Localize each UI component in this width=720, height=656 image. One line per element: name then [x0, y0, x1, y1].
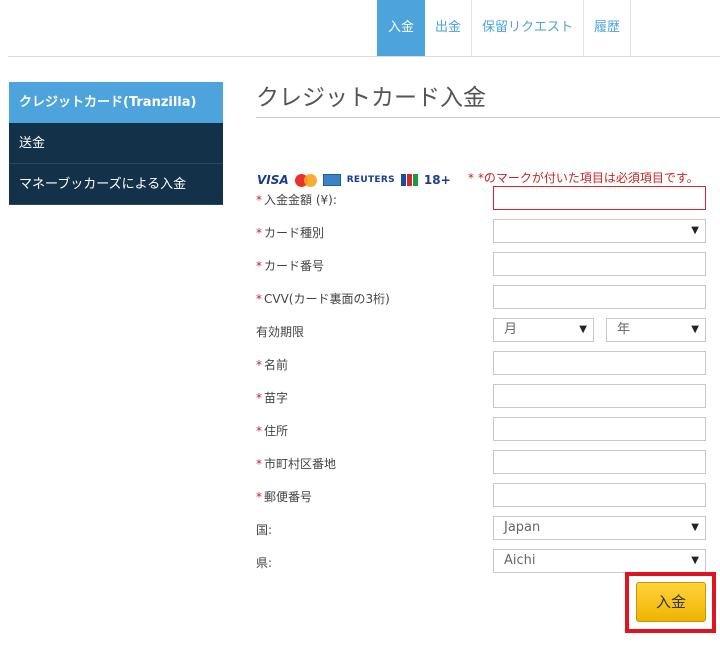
dropdown-arrow-icon: ▼	[579, 324, 587, 335]
dropdown-arrow-icon: ▼	[691, 555, 699, 566]
last-name-input[interactable]	[493, 384, 706, 408]
prefecture-label: 県:	[256, 556, 273, 570]
mastercard-logo	[294, 173, 317, 187]
age-18-badge: 18+	[423, 173, 451, 187]
card-type-select[interactable]: ▼	[493, 219, 706, 243]
address-label: * 住所	[256, 424, 289, 438]
expiry-month-select[interactable]: 月 ▼	[493, 318, 594, 342]
first-name-label: * 名前	[256, 358, 289, 372]
sidebar-item-moneybookers[interactable]: マネーブッカーズによる入金	[9, 164, 223, 205]
amount-input[interactable]	[493, 186, 706, 210]
prefecture-select[interactable]: Aichi ▼	[493, 549, 706, 573]
card-number-input[interactable]	[493, 252, 706, 276]
expiry-year-select[interactable]: 年 ▼	[606, 318, 706, 342]
reuters-logo: REUTERS	[346, 175, 395, 185]
sidebar-item-transfer[interactable]: 送金	[9, 123, 223, 164]
title-divider	[256, 117, 720, 118]
country-label: 国:	[256, 523, 273, 537]
jcb-logo	[400, 174, 418, 186]
city-label: * 市町村区番地	[256, 457, 337, 471]
tab-pending-requests[interactable]: 保留リクエスト	[472, 0, 585, 56]
header-divider	[8, 56, 720, 57]
top-tabs: 入金 出金 保留リクエスト 履歴	[377, 0, 632, 56]
country-select[interactable]: Japan ▼	[493, 516, 706, 540]
dropdown-arrow-icon: ▼	[691, 324, 699, 335]
amex-logo	[322, 174, 341, 186]
last-name-label: * 苗字	[256, 391, 289, 405]
visa-logo: VISA	[257, 173, 289, 187]
required-note: * *のマークが付いた項目は必須項目です。	[468, 171, 699, 185]
dropdown-arrow-icon: ▼	[691, 522, 699, 533]
tab-deposit[interactable]: 入金	[377, 0, 426, 56]
address-input[interactable]	[493, 417, 706, 441]
page-title: クレジットカード入金	[256, 85, 486, 111]
card-number-label: * カード番号	[256, 259, 325, 273]
card-type-label: * カード種別	[256, 226, 325, 240]
amount-label: * 入金金額 (¥):	[256, 193, 337, 207]
submit-highlight-frame: 入金	[625, 572, 716, 633]
dropdown-arrow-icon: ▼	[691, 225, 699, 236]
tab-history[interactable]: 履歴	[584, 0, 632, 56]
zip-label: * 郵便番号	[256, 490, 313, 504]
cvv-label: * CVV(カード裏面の3桁)	[256, 292, 390, 306]
city-input[interactable]	[493, 450, 706, 474]
expiry-label: 有効期限	[256, 325, 305, 339]
zip-input[interactable]	[493, 483, 706, 507]
card-logos: VISA REUTERS 18+	[257, 170, 451, 190]
cvv-input[interactable]	[493, 285, 706, 309]
tab-withdraw[interactable]: 出金	[425, 0, 473, 56]
sidebar-item-credit-card[interactable]: クレジットカード(Tranzilla)	[9, 82, 223, 123]
deposit-submit-button[interactable]: 入金	[636, 582, 706, 622]
first-name-input[interactable]	[493, 351, 706, 375]
sidebar: クレジットカード(Tranzilla) 送金 マネーブッカーズによる入金	[9, 82, 223, 205]
